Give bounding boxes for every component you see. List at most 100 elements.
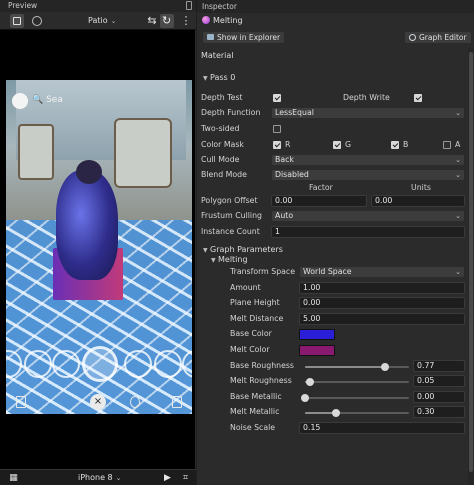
slider-knob[interactable] xyxy=(306,378,315,386)
transform-space-label: Transform Space xyxy=(230,267,296,276)
lens-carousel-item[interactable] xyxy=(124,350,152,378)
color-mask-b-checkbox[interactable] xyxy=(391,141,399,149)
lens-carousel-item[interactable] xyxy=(24,350,52,378)
preview-title: Preview xyxy=(8,1,38,10)
plane-height-label: Plane Height xyxy=(230,298,280,307)
slider-knob[interactable] xyxy=(381,363,390,371)
transform-space-value: World Space xyxy=(303,267,352,276)
instance-count-label: Instance Count xyxy=(201,227,260,236)
collapse-arrow-icon: ▼ xyxy=(203,75,208,82)
pass-0-toggle[interactable]: ▼ Pass 0 xyxy=(203,72,235,84)
melt-roughness-field[interactable]: 0.05 xyxy=(413,375,465,387)
color-mask-g-label: G xyxy=(345,140,352,149)
amount-field[interactable]: 1.00 xyxy=(299,282,465,294)
material-icon xyxy=(202,16,210,24)
show-in-explorer-button[interactable]: Show in Explorer xyxy=(202,31,286,44)
base-color-swatch[interactable] xyxy=(299,329,335,340)
instance-count-field[interactable]: 1 xyxy=(271,226,465,238)
camera-mode-button[interactable] xyxy=(10,14,24,28)
alt-camera-button[interactable] xyxy=(30,14,44,28)
graph-parameters-label: Graph Parameters xyxy=(210,245,283,254)
folder-icon xyxy=(207,34,214,40)
polygon-offset-units-field[interactable]: 0.00 xyxy=(371,195,465,207)
melt-roughness-slider[interactable] xyxy=(305,378,409,386)
inspector-scroll-thumb[interactable] xyxy=(469,52,473,472)
transform-space-dropdown[interactable]: World Space ⌄ xyxy=(299,266,465,278)
chevron-down-icon: ⌄ xyxy=(455,109,461,117)
lens-explore-icon[interactable] xyxy=(130,396,140,408)
base-metallic-slider[interactable] xyxy=(301,394,409,402)
chevron-down-icon: ⌄ xyxy=(455,156,461,164)
crop-icon[interactable]: ⌗ xyxy=(180,473,191,483)
blend-mode-dropdown[interactable]: Disabled ⌄ xyxy=(271,169,465,181)
frustum-culling-dropdown[interactable]: Auto ⌄ xyxy=(271,210,465,222)
lens-carousel-item[interactable] xyxy=(154,350,182,378)
scene-dropdown[interactable]: Patio ⌄ xyxy=(88,15,117,27)
dock-panel-icon[interactable] xyxy=(186,1,192,10)
frustum-culling-value: Auto xyxy=(275,211,294,220)
search-overlay[interactable]: 🔍 Sea xyxy=(32,95,63,105)
melt-distance-field[interactable]: 5.00 xyxy=(299,313,465,325)
chevron-down-icon: ⌄ xyxy=(115,474,122,482)
cull-mode-value: Back xyxy=(275,155,294,164)
capture-ring[interactable] xyxy=(82,346,118,382)
show-in-explorer-label: Show in Explorer xyxy=(217,33,281,42)
base-color-label: Base Color xyxy=(230,329,272,338)
camera-icon xyxy=(13,17,21,25)
preview-bottom-bar: ▦ iPhone 8 ⌄ ▶ ⌗ xyxy=(0,469,196,485)
depth-test-checkbox[interactable] xyxy=(273,94,281,102)
graph-editor-button[interactable]: Graph Editor xyxy=(404,31,472,44)
share-icon[interactable] xyxy=(172,396,182,408)
base-metallic-field[interactable]: 0.00 xyxy=(413,391,465,403)
patio-chair-left xyxy=(18,124,54,180)
inspector-title: Inspector xyxy=(197,0,474,13)
device-dropdown[interactable]: iPhone 8 ⌄ xyxy=(78,472,122,484)
color-mask-r-label: R xyxy=(285,140,291,149)
inspector-panel: Inspector Melting Show in Explorer Graph… xyxy=(197,0,474,485)
melt-metallic-field[interactable]: 0.30 xyxy=(413,406,465,418)
depth-function-dropdown[interactable]: LessEqual ⌄ xyxy=(271,107,465,119)
profile-circle[interactable] xyxy=(12,93,28,109)
inspector-scroll-area[interactable]: Material ▼ Pass 0 Depth Test Depth Write … xyxy=(197,48,467,485)
section-material: Material xyxy=(201,50,234,62)
object-name: Melting xyxy=(213,16,243,25)
video-camera-icon[interactable]: ▶ xyxy=(162,473,173,483)
swap-camera-icon[interactable]: ⇆ xyxy=(146,15,158,27)
melt-metallic-slider[interactable] xyxy=(305,409,409,417)
melt-roughness-label: Melt Roughness xyxy=(230,376,292,385)
noise-scale-field[interactable]: 0.15 xyxy=(299,422,465,434)
melting-object-top xyxy=(76,160,102,184)
two-sided-checkbox[interactable] xyxy=(273,125,281,133)
cull-mode-dropdown[interactable]: Back ⌄ xyxy=(271,154,465,166)
scene-name: Patio xyxy=(88,16,108,25)
polygon-offset-label: Polygon Offset xyxy=(201,196,258,205)
slider-knob[interactable] xyxy=(301,394,309,402)
base-roughness-field[interactable]: 0.77 xyxy=(413,360,465,372)
lens-icon xyxy=(32,16,42,26)
color-mask-r-checkbox[interactable] xyxy=(273,141,281,149)
polygon-offset-factor-field[interactable]: 0.00 xyxy=(271,195,367,207)
reset-preview-button[interactable]: ↻ xyxy=(160,14,174,28)
preview-panel-header: Preview xyxy=(0,0,196,12)
color-mask-a-checkbox[interactable] xyxy=(443,141,451,149)
color-mask-g-checkbox[interactable] xyxy=(333,141,341,149)
close-lens-button[interactable]: × xyxy=(90,394,106,410)
plane-height-field[interactable]: 0.00 xyxy=(299,297,465,309)
graph-melting-toggle[interactable]: ▼ Melting xyxy=(211,254,248,266)
grid-toggle-icon[interactable]: ▦ xyxy=(8,473,19,483)
noise-scale-label: Noise Scale xyxy=(230,423,276,432)
lens-carousel-item[interactable] xyxy=(52,350,80,378)
base-roughness-slider[interactable] xyxy=(305,363,409,371)
slider-knob[interactable] xyxy=(332,409,341,417)
more-options-icon[interactable]: ⋮ xyxy=(180,15,192,27)
preview-viewport[interactable]: 🔍 Sea × xyxy=(6,80,192,414)
patio-chair-right xyxy=(114,118,172,188)
depth-write-checkbox[interactable] xyxy=(414,94,422,102)
cull-mode-label: Cull Mode xyxy=(201,155,240,164)
base-metallic-label: Base Metallic xyxy=(230,392,282,401)
memories-icon[interactable] xyxy=(16,396,26,408)
melt-color-swatch[interactable] xyxy=(299,345,335,356)
preview-panel: Preview Patio ⌄ ⇆ ↻ ⋮ 🔍 Sea × ▦ iPhone 8… xyxy=(0,0,196,485)
chevron-down-icon: ⌄ xyxy=(455,171,461,179)
device-name: iPhone 8 xyxy=(78,473,113,482)
